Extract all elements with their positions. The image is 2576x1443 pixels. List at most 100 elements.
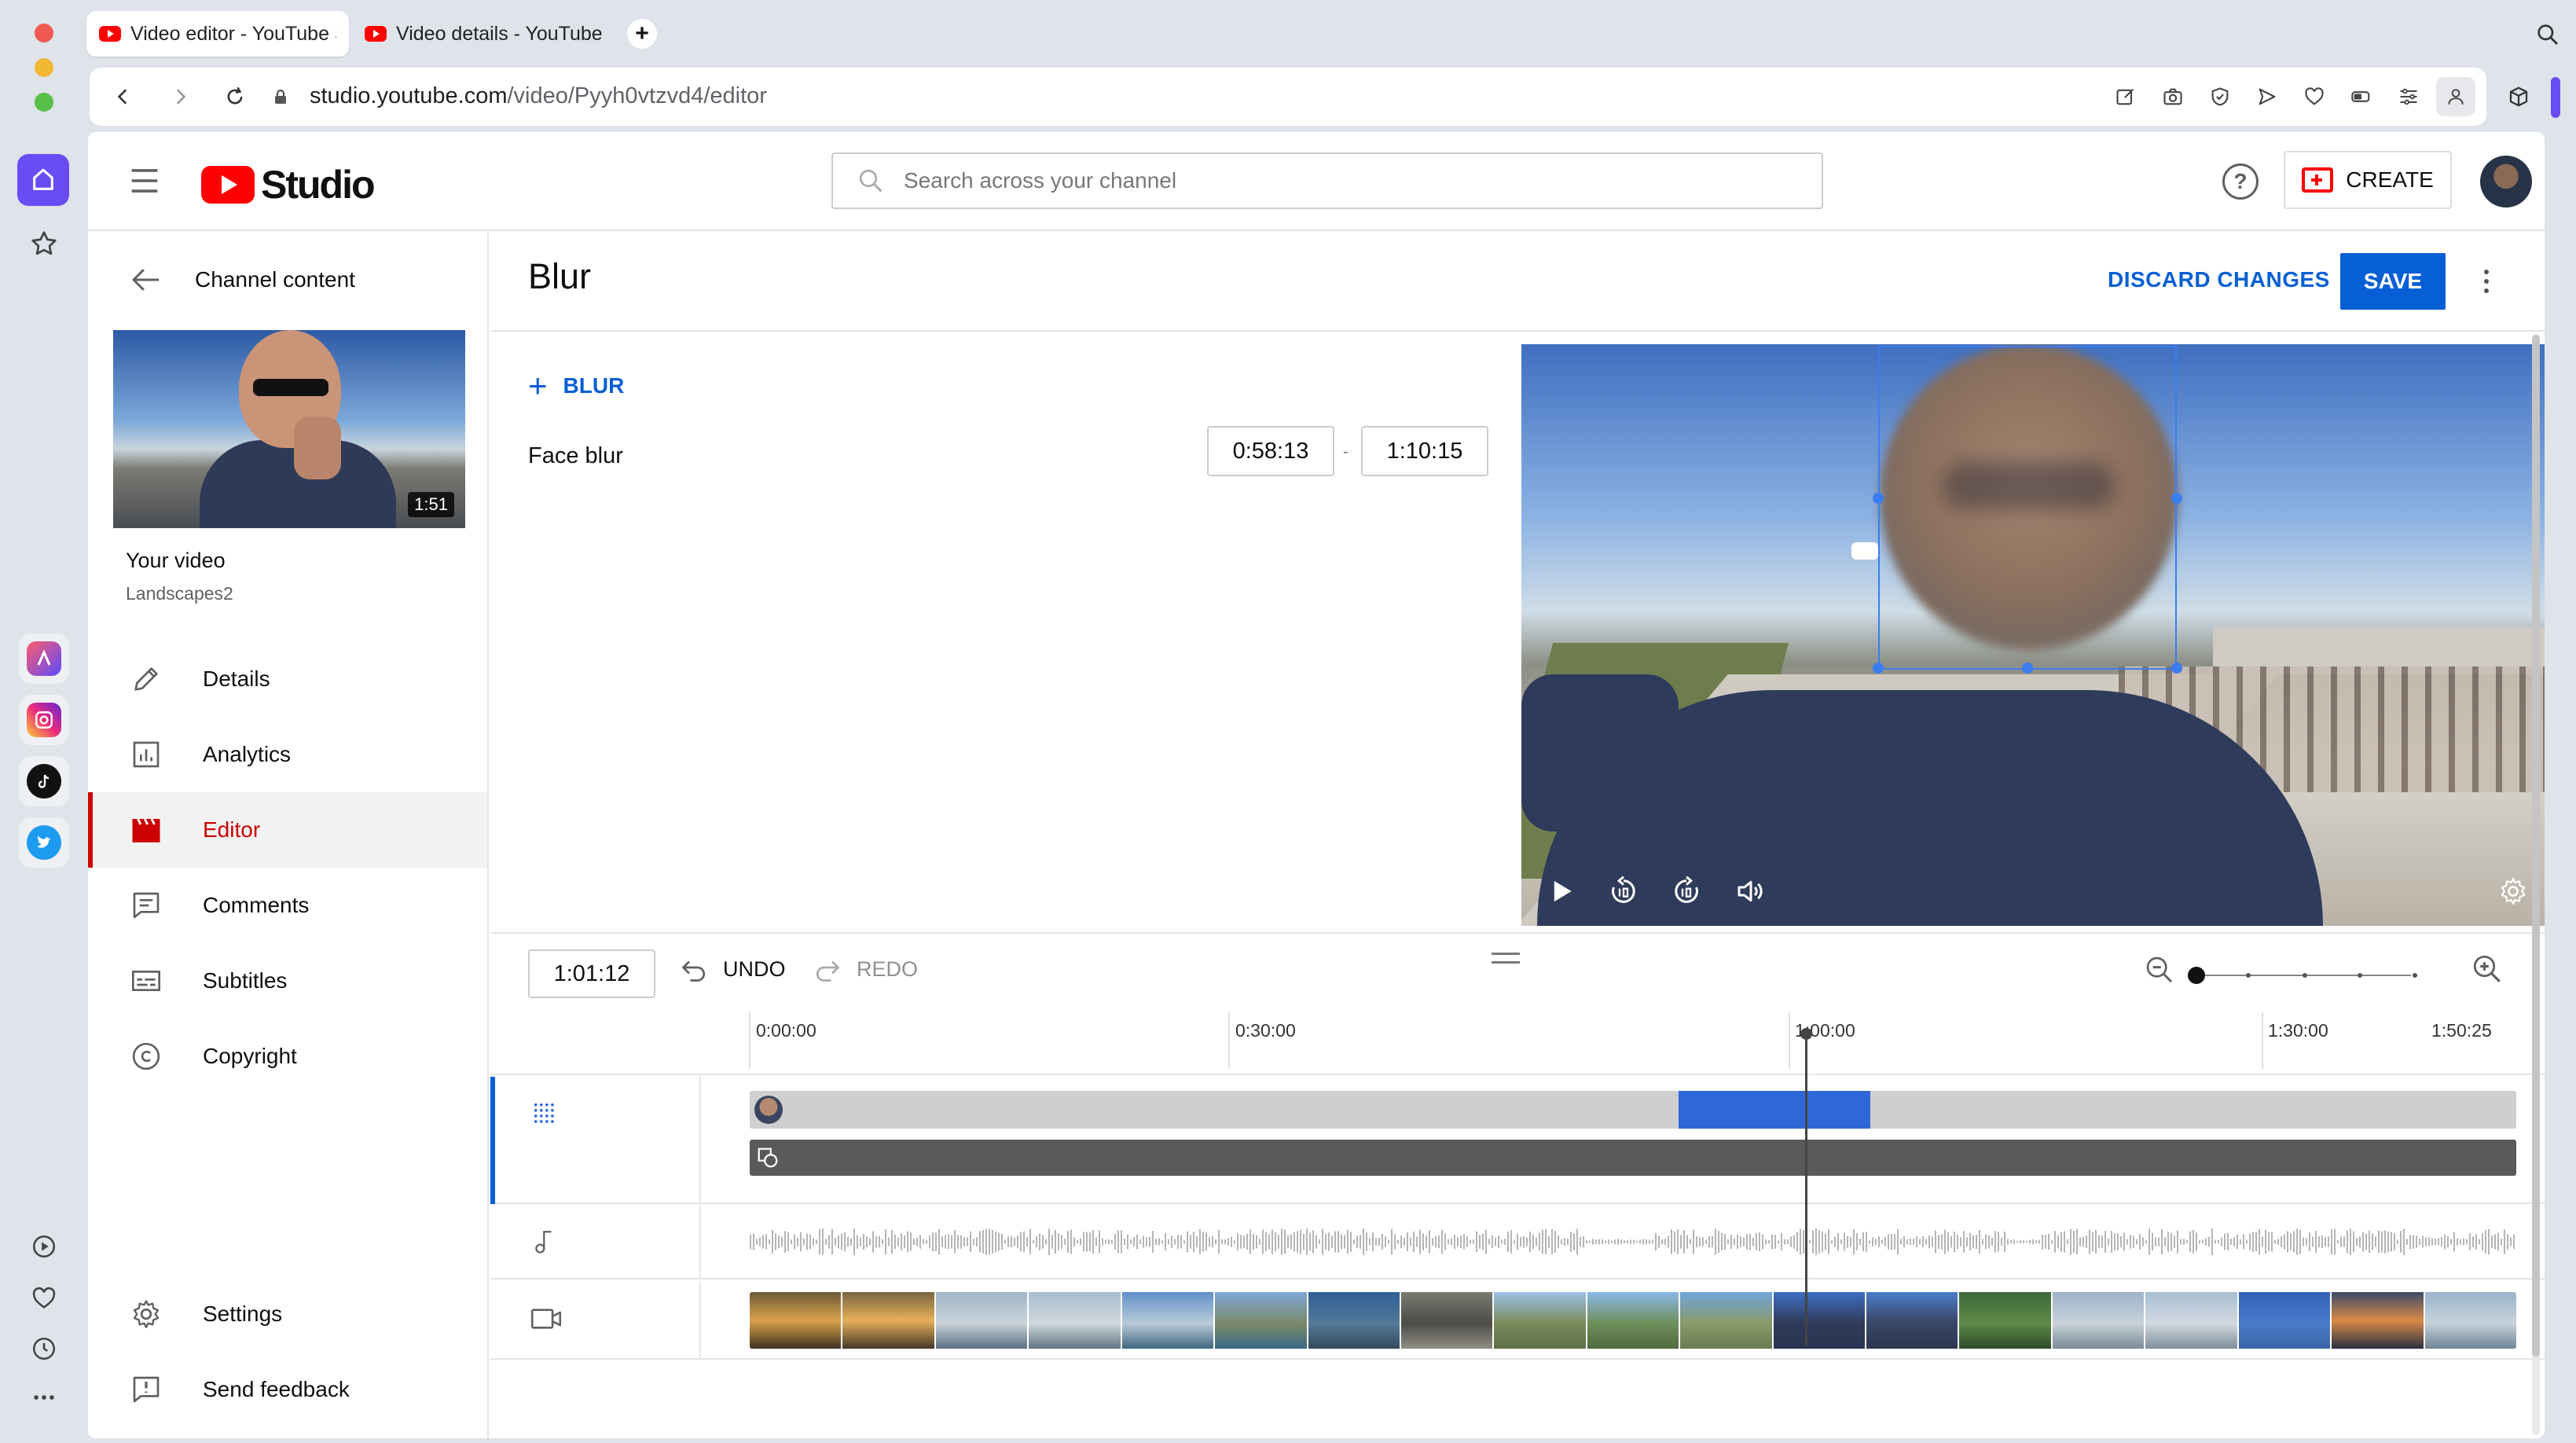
sidebar-toggle[interactable] [2551,77,2560,118]
tab-video-editor[interactable]: Video editor - YouTube Studio [86,11,349,57]
plus-icon: + [528,367,548,404]
resize-drag-handle-icon[interactable] [1492,953,1520,964]
blur-end-time-input[interactable]: 1:10:15 [1361,426,1488,476]
waveform-bar [1856,1233,1858,1250]
channel-search[interactable] [831,152,1823,209]
discard-changes-button[interactable]: DISCARD CHANGES [2108,267,2330,292]
video-preview[interactable] [1521,344,2545,926]
page-scrollbar[interactable] [2532,335,2540,1435]
battery-saver-icon[interactable] [2347,82,2376,112]
blur-drag-handle[interactable] [1851,542,1878,560]
history-clock-icon[interactable] [27,1331,61,1366]
face-blur-segment[interactable] [1679,1091,1870,1129]
waveform-bar [2067,1239,2068,1245]
sidebar-item-subtitles[interactable]: Subtitles [88,943,487,1019]
play-circle-icon[interactable] [27,1229,61,1264]
waveform-bar [1070,1229,1072,1254]
face-blur-track-bar[interactable] [750,1091,2516,1129]
video-thumbnail[interactable]: 1:51 [113,330,465,528]
zoom-window-button[interactable] [35,93,53,112]
waveform-bar [2441,1236,2442,1247]
sidebar-item-details[interactable]: Details [88,641,487,717]
close-window-button[interactable] [35,24,53,42]
back-arrow-icon[interactable] [108,82,138,112]
save-button[interactable]: SAVE [2340,253,2446,310]
send-icon[interactable] [2252,82,2282,112]
more-options-icon[interactable] [2472,264,2501,299]
sidebar-item-analytics[interactable]: Analytics [88,717,487,792]
hamburger-menu-icon[interactable] [129,167,160,195]
film-frame [1587,1292,1681,1349]
zoom-in-icon[interactable] [2471,953,2504,986]
sidebar-item-copyright[interactable]: Copyright [88,1019,487,1094]
current-time-input[interactable]: 1:01:12 [528,949,655,998]
resize-handle[interactable] [1873,663,1884,674]
camera-icon[interactable] [2158,82,2188,112]
volume-icon[interactable] [1730,871,1771,912]
tiktok-icon[interactable] [19,756,69,806]
timeline-ruler[interactable]: 0:00:00 0:30:00 1:00:00 1:30:00 1:50:25 [490,1012,2545,1075]
resize-handle[interactable] [2171,493,2182,504]
manual-blur-track-bar[interactable] [750,1140,2516,1176]
waveform-bar [2114,1233,2115,1250]
search-tabs-icon[interactable] [2535,22,2560,47]
create-button[interactable]: CREATE [2284,151,2452,209]
more-dots-icon[interactable] [27,1380,61,1415]
blur-selection-box[interactable] [1878,346,2177,670]
search-input[interactable] [904,168,1768,193]
waveform-bar [2104,1231,2106,1253]
new-tab-button[interactable]: + [627,19,657,49]
minimize-window-button[interactable] [35,58,53,77]
easy-setup-icon[interactable] [2394,82,2424,112]
resize-handle[interactable] [2022,663,2033,674]
sidebar-item-send-feedback[interactable]: Send feedback [88,1352,487,1427]
aria-app-icon[interactable] [19,633,69,684]
waveform-bar [1155,1238,1157,1246]
channel-content-back[interactable]: Channel content [130,267,355,292]
redo-button[interactable]: REDO [813,957,918,982]
waveform-bar [2167,1232,2169,1252]
blur-start-time-input[interactable]: 0:58:13 [1207,426,1334,476]
audio-waveform[interactable] [750,1223,2516,1261]
reload-icon[interactable] [220,82,250,112]
play-icon[interactable] [1542,871,1583,912]
zoom-slider-track[interactable] [2191,975,2411,976]
box-icon[interactable] [2504,82,2534,112]
url-text[interactable]: studio.youtube.com/video/Pyyh0vtzvd4/edi… [310,83,767,109]
help-icon[interactable]: ? [2222,163,2259,200]
settings-gear-icon[interactable] [2493,871,2534,912]
favorites-heart-icon[interactable] [2299,82,2329,112]
resize-handle[interactable] [2171,663,2182,674]
forward-arrow-icon[interactable] [165,82,195,112]
twitter-icon[interactable] [19,817,69,868]
ruler-tick [2262,1012,2263,1069]
instagram-icon[interactable] [19,695,69,745]
home-icon[interactable] [17,154,69,206]
zoom-out-icon[interactable] [2144,954,2175,986]
shield-icon[interactable] [2205,82,2235,112]
zoom-slider-knob[interactable] [2188,967,2205,984]
studio-logo[interactable]: Studio [201,162,376,207]
sidebar-item-editor[interactable]: Editor [88,792,487,868]
waveform-bar [1161,1239,1163,1244]
sidebar-item-comments[interactable]: Comments [88,868,487,943]
timeline-toolbar: 1:01:12 UNDO REDO [490,932,2545,1011]
address-bar[interactable]: studio.youtube.com/video/Pyyh0vtzvd4/edi… [90,68,2486,126]
waveform-bar [2397,1239,2398,1244]
video-filmstrip[interactable] [750,1292,2516,1349]
undo-button[interactable]: UNDO [679,957,786,982]
playhead-line[interactable] [1805,1031,1807,1346]
resize-handle[interactable] [1873,493,1884,504]
star-icon[interactable] [27,226,61,261]
add-blur-button[interactable]: + BLUR [528,369,624,402]
account-avatar[interactable] [2480,156,2532,207]
tab-video-details[interactable]: Video details - YouTube Studio [352,11,619,57]
profile-icon[interactable] [2436,77,2475,116]
heart-icon[interactable] [27,1281,61,1316]
undo-icon [679,958,709,982]
edit-page-icon[interactable] [2111,82,2141,112]
sidebar-item-settings[interactable]: Settings [88,1276,487,1352]
forward-10-icon[interactable] [1666,871,1707,912]
waveform-bar [1620,1239,1622,1244]
rewind-10-icon[interactable] [1603,871,1644,912]
